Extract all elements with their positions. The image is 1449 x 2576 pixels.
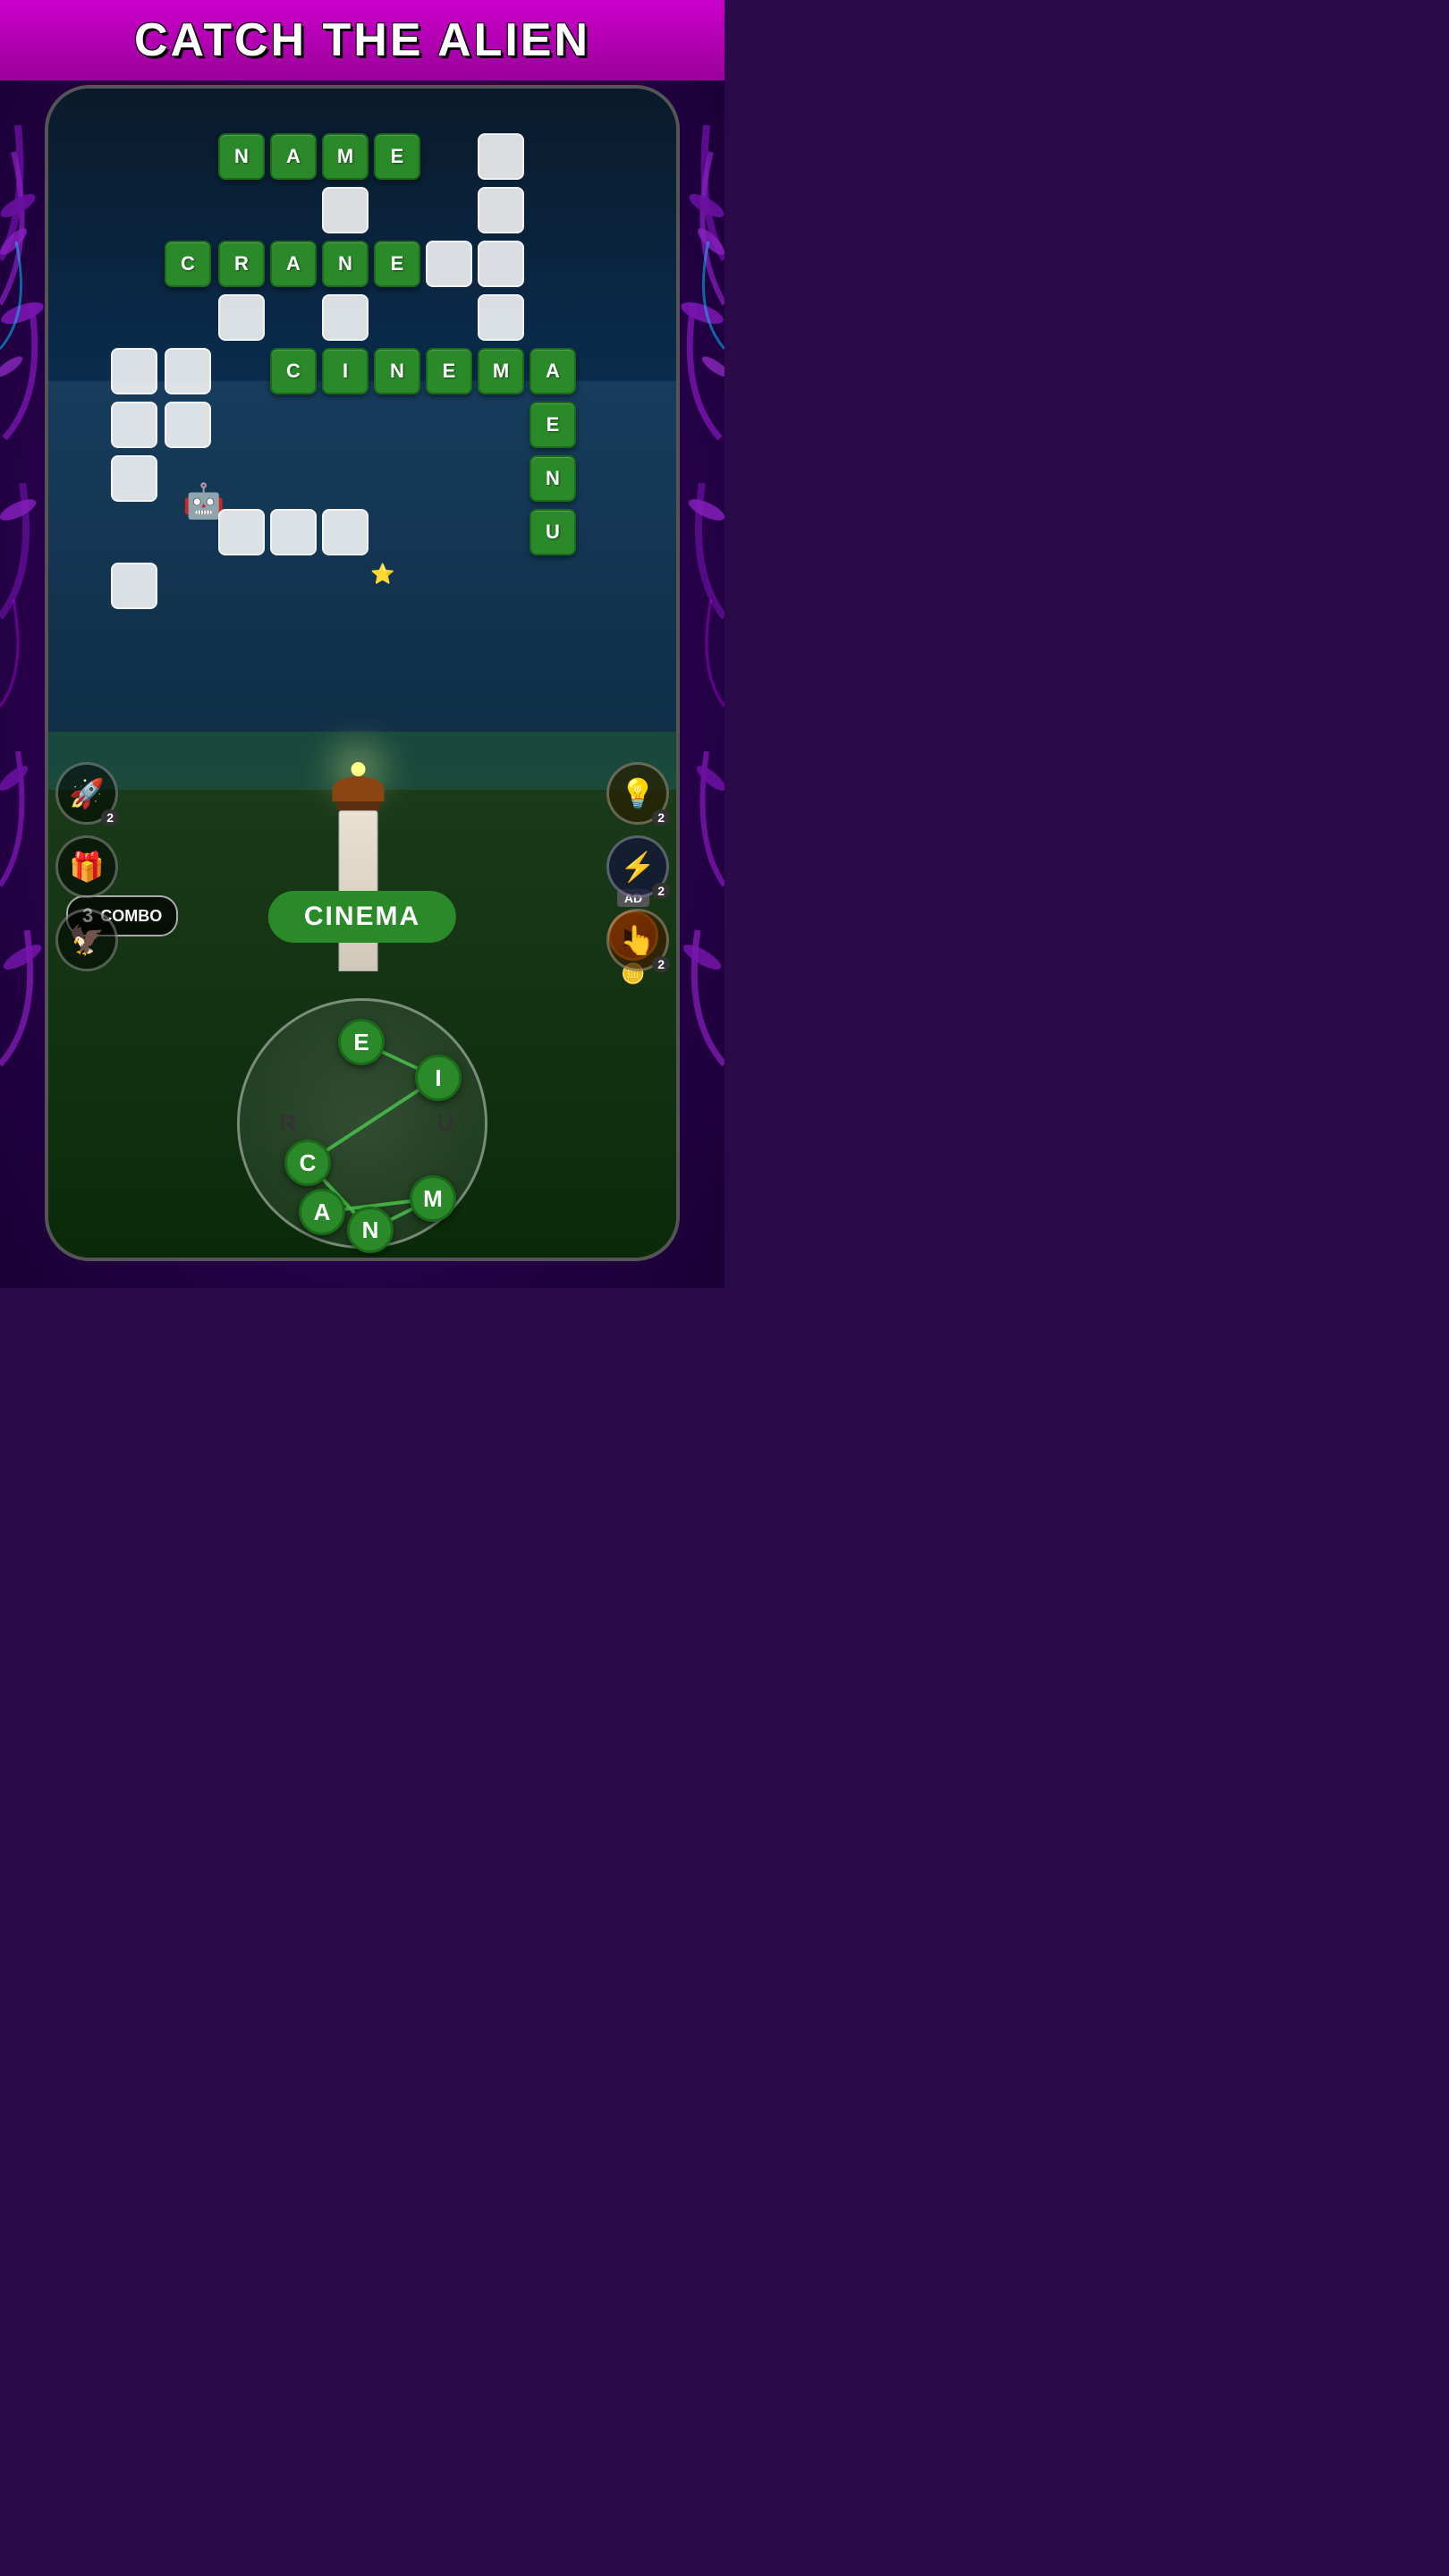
tile-N-crane: N [322,241,369,287]
wheel-circle[interactable]: E I R U C M A N [237,998,487,1249]
wheel-N[interactable]: N [347,1207,394,1253]
tile-E-cinema: E [426,348,472,394]
tile-E-crane: E [374,241,420,287]
finger-icon: 👆 [620,923,656,957]
tile-C-cinema: C [270,348,317,394]
wheel-C[interactable]: C [284,1140,331,1186]
bulb-count: 2 [652,809,670,826]
wheel-I[interactable]: I [415,1055,462,1101]
tile-empty-3-7 [478,294,524,341]
tile-A-cinema: A [530,348,576,394]
tile-I-cinema: I [322,348,369,394]
phone-frame: N A M E C R A N E [45,85,680,1261]
tile-empty-5-1 [165,402,211,448]
tile-empty-1-7 [478,187,524,233]
tile-N-name: N [218,133,265,180]
wheel-A[interactable]: A [299,1189,345,1235]
tile-empty-7-3 [270,509,317,555]
tile-empty-4-0 [111,348,157,394]
tile-empty-2-6 [426,241,472,287]
tile-C-crane: C [165,241,211,287]
tile-R-crane: R [218,241,265,287]
game-title: CATCH THE ALIEN [134,13,590,67]
lightning-icon: ⚡ [620,850,656,884]
lightning-button[interactable]: ⚡ 2 [606,835,669,898]
bird-button[interactable]: 🦅 [55,909,118,971]
tile-empty-6-0 [111,455,157,502]
tile-empty-4-1 [165,348,211,394]
tile-A-name: A [270,133,317,180]
lightning-count: 2 [652,883,670,899]
tile-empty-0-7 [478,133,524,180]
tile-empty-3-2 [218,294,265,341]
tile-M-cinema: M [478,348,524,394]
bottom-ui: 3 COMBO CINEMA AD ▶ 🪙 🚀 2 [48,873,676,1258]
letter-wheel[interactable]: E I R U C M A N [237,998,487,1249]
treasure-button[interactable]: 🎁 [55,835,118,898]
tile-empty-5-0 [111,402,157,448]
rocket-icon: 🚀 [69,776,105,810]
star-coin: ⭐ [370,563,394,586]
current-word: CINEMA [304,902,420,931]
tile-empty-8-0 [111,563,157,609]
tile-M-name: M [322,133,369,180]
word-display: CINEMA [268,891,456,943]
tile-N-menu: N [530,455,576,502]
bird-icon: 🦅 [69,923,105,957]
tile-empty-3-4 [322,294,369,341]
left-powerups: 🚀 2 🎁 🦅 [55,762,118,971]
crossword-grid: N A M E C R A N E [75,133,649,598]
finger-count: 2 [652,956,670,972]
game-background: N A M E C R A N E [48,89,676,1258]
tile-empty-7-2 [218,509,265,555]
tile-A-crane: A [270,241,317,287]
right-powerups: 💡 2 ⚡ 2 👆 2 [606,762,669,971]
tile-empty-7-4 [322,509,369,555]
wheel-E[interactable]: E [338,1019,385,1065]
tile-N-cinema: N [374,348,420,394]
tile-empty-1-4 [322,187,369,233]
finger-button[interactable]: 👆 2 [606,909,669,971]
tile-E-name: E [374,133,420,180]
wheel-U[interactable]: U [422,1099,469,1146]
bulb-icon: 💡 [620,776,656,810]
tile-empty-2-7 [478,241,524,287]
wheel-M[interactable]: M [410,1175,456,1222]
title-bar: CATCH THE ALIEN [0,0,724,80]
tile-E-menu: E [530,402,576,448]
treasure-icon: 🎁 [69,850,105,884]
rocket-button[interactable]: 🚀 2 [55,762,118,825]
bulb-button[interactable]: 💡 2 [606,762,669,825]
rocket-count: 2 [101,809,119,826]
tile-U-menu: U [530,509,576,555]
